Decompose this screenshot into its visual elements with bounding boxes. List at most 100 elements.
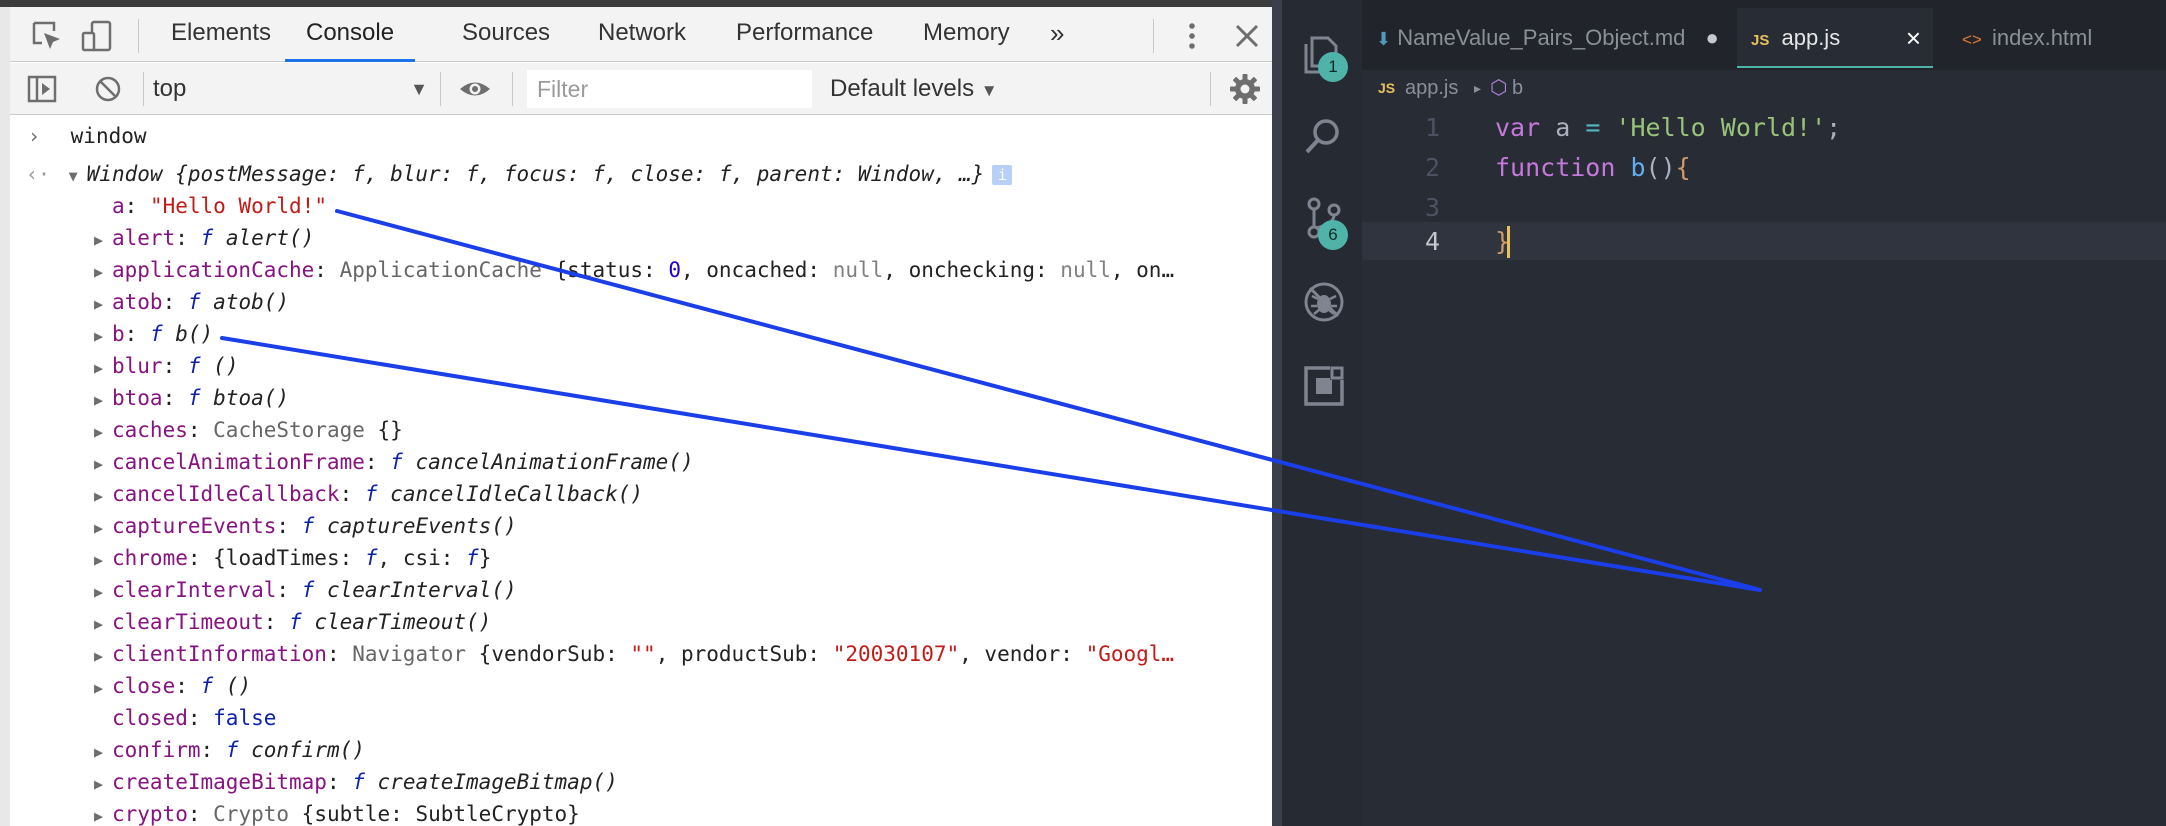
device-toolbar-icon[interactable] (80, 19, 114, 53)
tab-console[interactable]: Console (285, 7, 416, 62)
expand-triangle-icon[interactable]: ▶ (94, 224, 112, 256)
breadcrumb-file[interactable]: app.js (1405, 70, 1458, 106)
expand-triangle-icon[interactable]: ▶ (94, 480, 112, 512)
property-value-token: cancelIdleCallback() (390, 482, 644, 506)
source-control-icon[interactable]: 6 (1302, 196, 1348, 250)
property-row[interactable]: ▶ atob: f atob() (94, 286, 289, 318)
property-value-token: {subtle: SubtleCrypto} (301, 802, 580, 826)
inspect-element-icon[interactable] (30, 19, 64, 53)
close-tab-icon[interactable]: × (1906, 8, 1921, 68)
property-separator: : (187, 802, 214, 826)
expand-triangle-icon[interactable]: ▶ (94, 416, 112, 448)
property-row[interactable]: ▶ applicationCache: ApplicationCache {sta… (94, 254, 1174, 286)
code-editor[interactable]: 1 2 3 4 var a = 'Hello World!'; function… (1362, 106, 2166, 826)
expand-triangle-icon[interactable]: ▶ (94, 736, 112, 768)
expand-triangle-icon[interactable]: ▶ (94, 320, 112, 352)
expand-triangle-icon[interactable]: ▶ (94, 512, 112, 544)
toolbar-separator (512, 72, 513, 106)
property-row[interactable]: ▶ createImageBitmap: f createImageBitmap(… (94, 766, 618, 798)
debug-icon[interactable] (1302, 280, 1346, 324)
property-row[interactable]: ▶ clearTimeout: f clearTimeout() (94, 606, 491, 638)
tab-network[interactable]: Network (598, 7, 686, 62)
show-sidebar-icon[interactable] (25, 72, 59, 106)
more-tabs-button[interactable]: » (1050, 7, 1064, 62)
chevron-right-icon: ▸ (1474, 80, 1482, 96)
property-separator: : (314, 258, 340, 282)
property-row[interactable]: ▶ b: f b() (94, 318, 213, 350)
tab-label: NameValue_Pairs_Object.md (1397, 25, 1686, 50)
expand-triangle-icon[interactable]: ▶ (94, 576, 112, 608)
property-row[interactable]: ▶ confirm: f confirm() (94, 734, 365, 766)
js-icon: JS (1378, 80, 1396, 96)
tab-app-js[interactable]: JS app.js × (1737, 8, 1933, 68)
property-row[interactable]: ▶ btoa: f btoa() (94, 382, 289, 414)
tab-sources[interactable]: Sources (462, 7, 550, 62)
breadcrumb-symbol[interactable]: b (1512, 70, 1523, 106)
property-value-token: "Googl… (1085, 642, 1175, 666)
property-value-token: b() (175, 322, 214, 346)
code-token: = (1585, 113, 1601, 142)
expand-triangle-icon[interactable]: ▶ (94, 544, 112, 576)
filter-input[interactable] (527, 70, 812, 108)
property-row[interactable]: ▶ clearInterval: f clearInterval() (94, 574, 517, 606)
search-icon[interactable] (1302, 114, 1346, 158)
expand-triangle-icon[interactable]: ▶ (94, 672, 112, 704)
more-options-icon[interactable] (1175, 19, 1209, 53)
context-select[interactable]: top ▼ (153, 73, 428, 105)
expand-triangle-icon[interactable]: ▶ (94, 768, 112, 800)
expand-triangle-icon[interactable]: ▶ (94, 288, 112, 320)
extensions-icon[interactable] (1302, 364, 1346, 408)
expand-triangle-icon[interactable]: ▶ (94, 448, 112, 480)
tab-index-html[interactable]: <> index.html (1962, 8, 2092, 68)
property-value-token: createImageBitmap() (377, 770, 618, 794)
explorer-files-icon[interactable]: 1 (1302, 32, 1348, 82)
property-row[interactable]: ▶ cancelAnimationFrame: f cancelAnimation… (94, 446, 694, 478)
property-row[interactable]: ▶ alert: f alert() (94, 222, 314, 254)
property-key: applicationCache (112, 258, 315, 282)
console-input-line: › window (28, 120, 147, 152)
toolbar-separator (1210, 72, 1211, 106)
expanded-triangle-icon[interactable]: ▼ (69, 160, 87, 192)
property-row[interactable]: ▶ crypto: Crypto {subtle: SubtleCrypto} (94, 798, 580, 826)
property-key: closed (112, 706, 188, 730)
property-value-token: , productSub: (655, 642, 833, 666)
expand-triangle-icon[interactable]: ▶ (94, 352, 112, 384)
property-value-token: clearTimeout() (314, 610, 492, 634)
js-icon: JS (1751, 32, 1770, 49)
live-expression-eye-icon[interactable] (458, 72, 492, 106)
default-levels-dropdown[interactable]: Default levels ▼ (830, 73, 998, 105)
property-row[interactable]: ▶ close: f () (94, 670, 251, 702)
property-value-token: false (213, 706, 277, 730)
property-separator: : (326, 642, 353, 666)
expand-triangle-icon[interactable]: ▶ (94, 256, 112, 288)
property-value-token: Navigator (352, 642, 479, 666)
console-result-line[interactable]: ‹· ▼ Window {postMessage: f, blur: f, foc… (26, 158, 1013, 192)
expand-triangle-icon[interactable]: ▶ (94, 800, 112, 826)
current-line-highlight (1362, 222, 2166, 260)
property-row[interactable]: ▶ caches: CacheStorage {} (94, 414, 403, 446)
settings-gear-icon[interactable] (1228, 72, 1262, 106)
info-icon[interactable]: i (992, 165, 1013, 185)
expand-triangle-icon[interactable]: ▶ (94, 640, 112, 672)
tab-namevalue-md[interactable]: ⬇ NameValue_Pairs_Object.md ● (1376, 8, 1719, 68)
close-icon[interactable] (1230, 19, 1264, 53)
property-row[interactable]: ▶ cancelIdleCallback: f cancelIdleCallbac… (94, 478, 643, 510)
tab-elements[interactable]: Elements (171, 7, 271, 62)
property-value-token: () (225, 674, 252, 698)
property-row[interactable]: ▶ chrome: {loadTimes: f, csi: f} (94, 542, 491, 574)
tab-performance[interactable]: Performance (736, 7, 873, 62)
clear-console-icon[interactable] (91, 72, 125, 106)
property-row[interactable]: ▶ captureEvents: f captureEvents() (94, 510, 517, 542)
property-value-token: alert() (225, 226, 315, 250)
property-value-token: clearInterval() (326, 578, 517, 602)
property-value-token: , csi: (377, 546, 467, 570)
property-key: clearInterval (112, 578, 277, 602)
property-value-token: () (213, 354, 239, 378)
symbol-cube-icon: ⬡ (1490, 77, 1508, 99)
expand-triangle-icon[interactable]: ▶ (94, 384, 112, 416)
expand-triangle-icon[interactable]: ▶ (94, 608, 112, 640)
property-row[interactable]: ▶ blur: f () (94, 350, 238, 382)
tab-memory[interactable]: Memory (923, 7, 1010, 62)
property-row[interactable]: ▶ clientInformation: Navigator {vendorSub… (94, 638, 1174, 670)
property-key: btoa (112, 386, 163, 410)
